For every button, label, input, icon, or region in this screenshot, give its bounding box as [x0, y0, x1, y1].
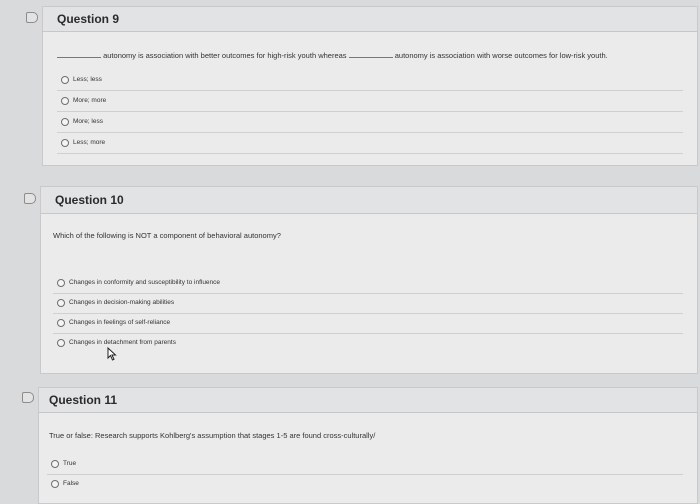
option-less-less[interactable]: Less; less: [57, 70, 683, 91]
question-9-title: Question 9: [57, 12, 120, 26]
fill-blank-1: [57, 49, 101, 58]
radio-icon[interactable]: [57, 319, 65, 327]
option-label: More; more: [73, 97, 107, 104]
option-decision-making[interactable]: Changes in decision-making abilities: [53, 293, 683, 314]
question-9-prompt-part1: autonomy is association with better outc…: [103, 51, 347, 60]
option-label: True: [63, 460, 77, 467]
question-10-prompt: Which of the following is NOT a componen…: [53, 231, 281, 240]
radio-icon[interactable]: [57, 339, 65, 347]
option-more-more[interactable]: More; more: [57, 91, 683, 112]
question-11-title: Question 11: [49, 393, 118, 407]
question-11-header: Question 11: [39, 388, 697, 413]
radio-icon[interactable]: [51, 480, 59, 488]
fill-blank-2: [348, 49, 393, 58]
question-11-card: Question 11 True or false: Research supp…: [38, 387, 698, 504]
option-label: More; less: [73, 118, 103, 125]
question-10-header: Question 10: [41, 187, 697, 214]
option-label: Changes in conformity and susceptibility…: [69, 279, 221, 286]
question-11-prompt: True or false: Research supports Kohlber…: [49, 431, 376, 440]
question-10-title: Question 10: [55, 193, 124, 207]
flag-question-10-icon[interactable]: [24, 193, 36, 204]
option-more-less[interactable]: More; less: [57, 112, 683, 133]
option-label: Changes in feelings of self-reliance: [69, 319, 171, 326]
radio-icon[interactable]: [57, 299, 65, 307]
question-9-prompt-part2: autonomy is association with worse outco…: [394, 51, 608, 60]
radio-icon[interactable]: [61, 97, 69, 105]
radio-icon[interactable]: [61, 139, 69, 147]
radio-icon[interactable]: [57, 279, 65, 287]
question-9-header: Question 9: [43, 7, 697, 32]
option-self-reliance[interactable]: Changes in feelings of self-reliance: [53, 313, 683, 334]
radio-icon[interactable]: [61, 118, 69, 126]
question-9-card: Question 9 autonomy is association with …: [42, 6, 698, 166]
option-label: Less; more: [73, 139, 106, 146]
option-false[interactable]: False: [47, 474, 683, 494]
option-detachment[interactable]: Changes in detachment from parents: [53, 333, 683, 353]
radio-icon[interactable]: [51, 460, 59, 468]
option-label: False: [63, 480, 79, 487]
question-10-card: Question 10 Which of the following is NO…: [40, 186, 698, 374]
option-conformity[interactable]: Changes in conformity and susceptibility…: [53, 273, 683, 294]
mouse-cursor-icon: [107, 347, 117, 361]
flag-question-11-icon[interactable]: [22, 392, 34, 403]
radio-icon[interactable]: [61, 76, 69, 84]
option-less-more[interactable]: Less; more: [57, 133, 683, 154]
flag-question-9-icon[interactable]: [26, 12, 38, 23]
question-9-prompt: autonomy is association with better outc…: [57, 49, 608, 60]
option-label: Changes in decision-making abilities: [69, 299, 175, 306]
option-label: Changes in detachment from parents: [69, 339, 176, 346]
option-label: Less; less: [73, 76, 102, 83]
option-true[interactable]: True: [47, 454, 683, 475]
